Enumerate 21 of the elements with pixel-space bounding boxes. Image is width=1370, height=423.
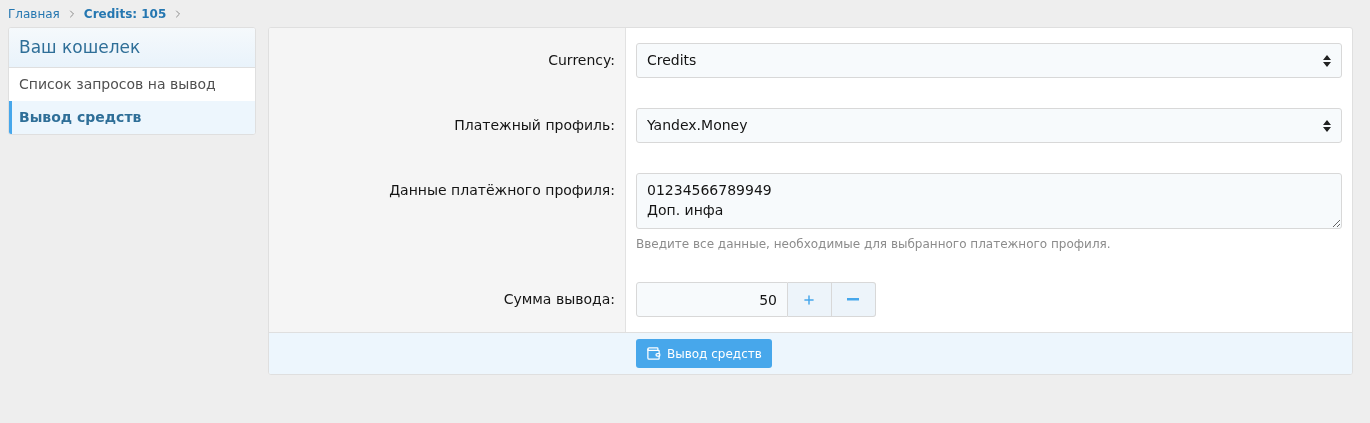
field-hint: Введите все данные, необходимые для выбранного платежного профиля. bbox=[636, 236, 1112, 252]
field-label: Сумма вывода: bbox=[503, 290, 615, 309]
field-label: Данные платёжного профиля: bbox=[389, 181, 615, 200]
sidebar-item[interactable]: Вывод средств bbox=[9, 101, 255, 134]
sidebar-title: Ваш кошелек bbox=[19, 35, 141, 59]
increase-button[interactable] bbox=[788, 282, 832, 317]
select-field[interactable]: Credits bbox=[636, 43, 1342, 78]
breadcrumb-link[interactable]: Credits: 105 bbox=[83, 4, 167, 23]
profile-data-field[interactable]: 01234566789949 Доп. инфа bbox=[636, 173, 1342, 229]
plus-icon bbox=[802, 292, 817, 307]
select-caret-icon bbox=[1323, 119, 1331, 132]
breadcrumb-link[interactable]: Главная bbox=[8, 4, 60, 23]
field-label: Платежный профиль: bbox=[454, 116, 615, 135]
wallet-icon bbox=[646, 346, 661, 361]
decrease-button[interactable] bbox=[831, 282, 876, 317]
field-label: Currency: bbox=[548, 51, 615, 70]
select-field[interactable]: Yandex.Money bbox=[636, 108, 1342, 143]
minus-icon bbox=[847, 298, 860, 301]
amount-field[interactable]: 50 bbox=[636, 282, 788, 317]
sidebar-item[interactable]: Список запросов на вывод bbox=[9, 68, 255, 101]
select-caret-icon bbox=[1323, 54, 1331, 67]
